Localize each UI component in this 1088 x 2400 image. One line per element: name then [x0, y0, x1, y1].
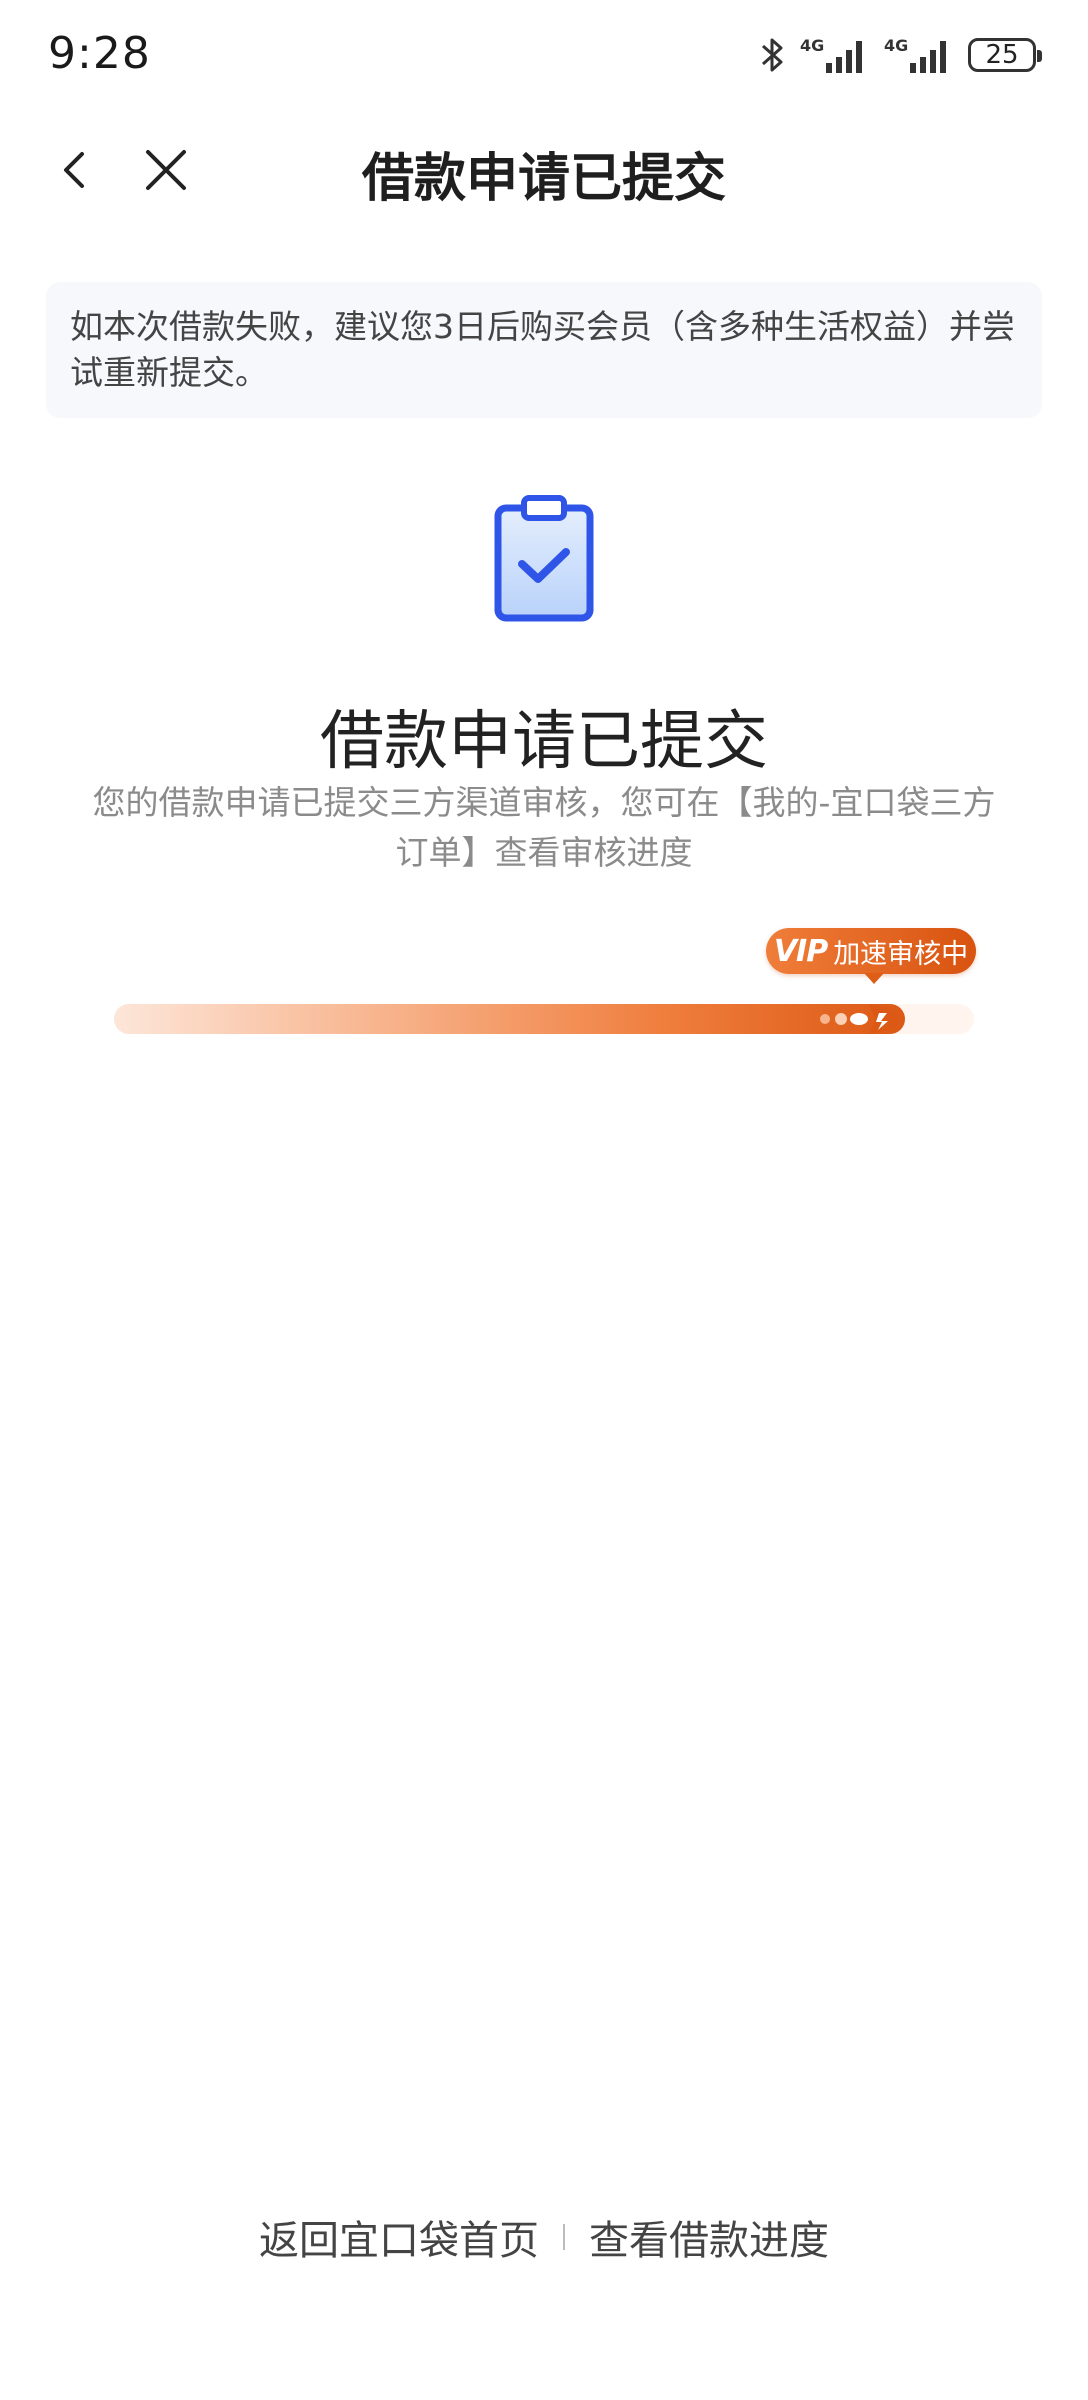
result-subtitle: 您的借款申请已提交三方渠道审核，您可在【我的-宜口袋三方订单】查看审核进度 — [92, 783, 996, 872]
notice-banner: 如本次借款失败，建议您3日后购买会员（含多种生活权益）并尝试重新提交。 — [46, 282, 1042, 418]
bottom-links: 返回宜口袋首页 查看借款进度 — [0, 2208, 1088, 2266]
vip-badge: VIP 加速审核中 — [766, 928, 976, 984]
progress-track — [114, 1004, 974, 1034]
return-home-link[interactable]: 返回宜口袋首页 — [259, 2208, 539, 2266]
vip-badge-text: 加速审核中 — [833, 938, 969, 970]
status-time: 9:28 — [48, 28, 151, 79]
signal-icon: 4G — [884, 36, 946, 73]
battery-icon: 25 — [968, 38, 1042, 72]
status-bar: 9:28 4G 4G 25 — [0, 0, 1088, 110]
bluetooth-icon — [762, 38, 783, 72]
clipboard-check-icon — [494, 495, 594, 622]
link-divider — [563, 2224, 565, 2250]
page-title: 借款申请已提交 — [361, 149, 726, 209]
view-loan-progress-link[interactable]: 查看借款进度 — [589, 2208, 829, 2266]
nav-header: 借款申请已提交 — [0, 110, 1088, 230]
status-icons: 4G 4G 25 — [760, 30, 1042, 80]
vip-logo: VIP — [773, 933, 828, 969]
battery-level: 25 — [985, 40, 1019, 70]
result-title: 借款申请已提交 — [320, 705, 768, 779]
network-label-1: 4G — [800, 36, 824, 55]
notice-text: 如本次借款失败，建议您3日后购买会员（含多种生活权益）并尝试重新提交。 — [70, 307, 1015, 392]
signal-icon: 4G — [800, 36, 862, 73]
progress-fill — [114, 1004, 905, 1034]
rocket-icon — [820, 1004, 899, 1034]
network-label-2: 4G — [884, 36, 908, 55]
